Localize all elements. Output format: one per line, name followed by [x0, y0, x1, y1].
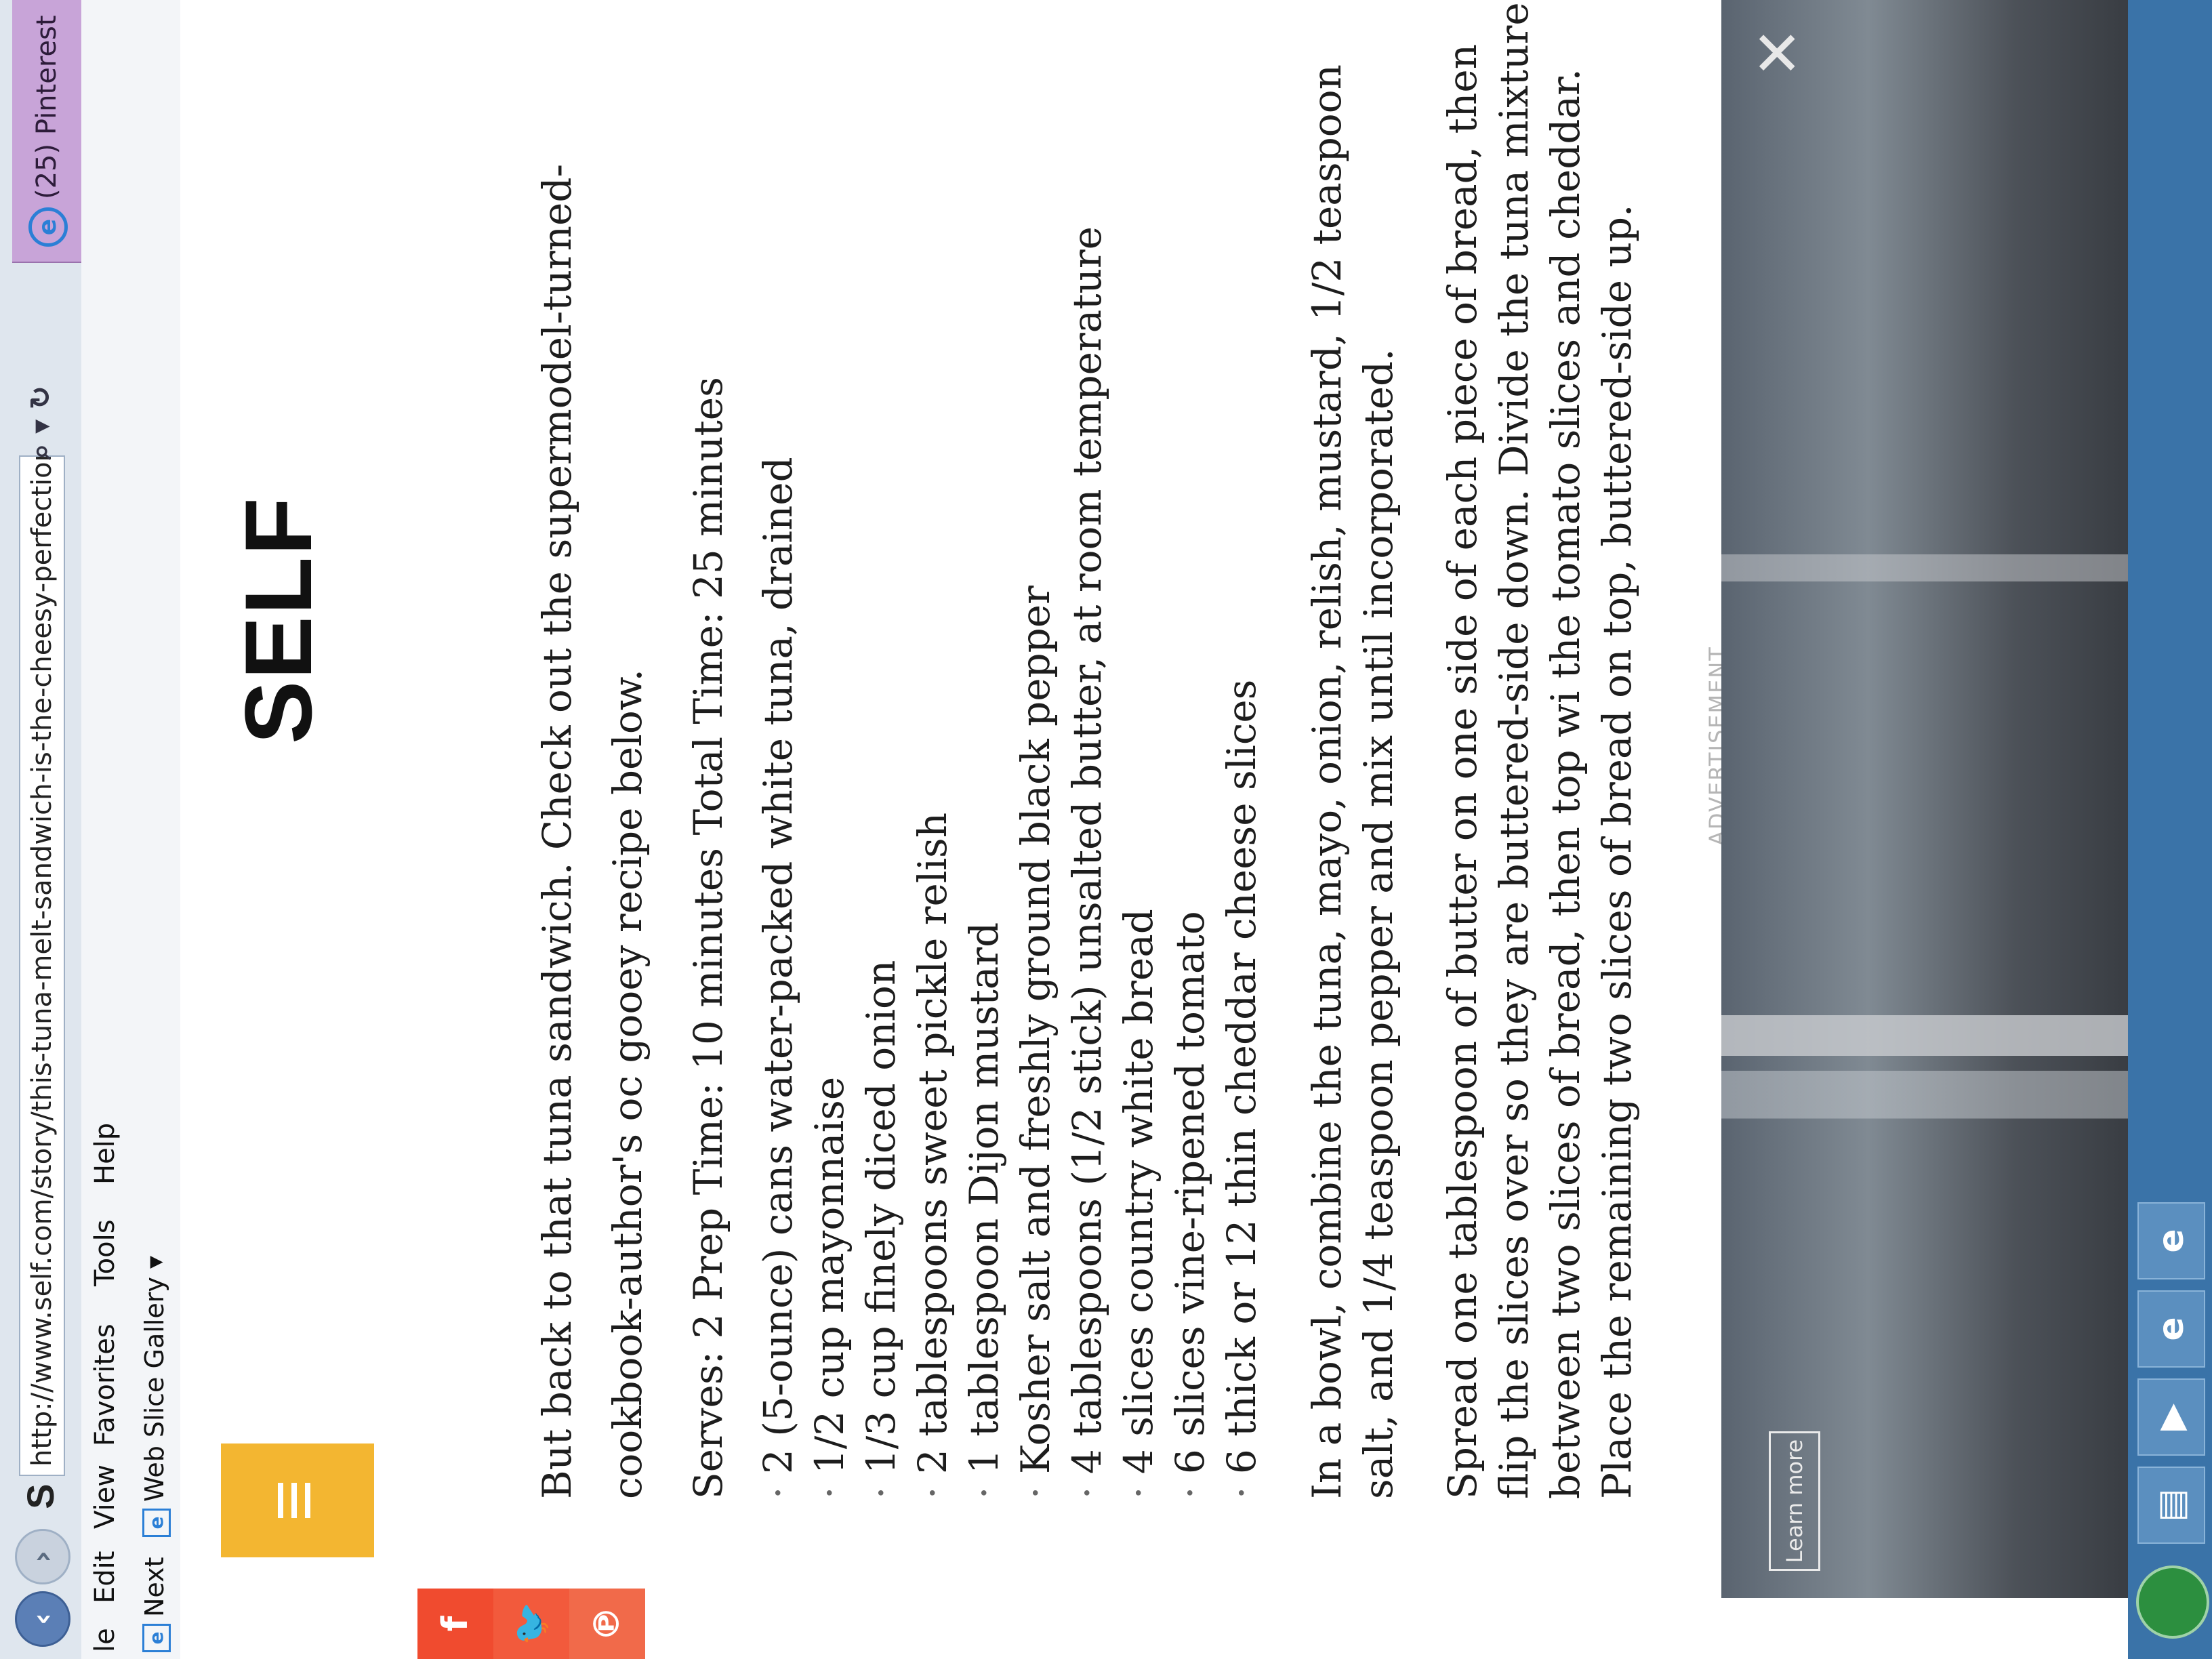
site-header: [180, 0, 336, 1659]
ie-icon: e: [142, 1624, 171, 1652]
refresh-icon[interactable]: ↻: [24, 386, 57, 409]
recipe-meta: Serves: 2 Prep Time: 10 minutes Total Ti…: [685, 377, 731, 1499]
ingredient-item: Kosher salt and freshly ground black pep…: [1010, 226, 1061, 1499]
ie-icon: e: [28, 207, 68, 247]
facebook-share-button[interactable]: f: [417, 1589, 493, 1659]
web-slice-label: Web Slice Gallery ▾: [140, 1255, 169, 1502]
ingredient-item: 6 slices vine-ripened tomato: [1164, 226, 1216, 1499]
menu-view[interactable]: View: [81, 1465, 129, 1529]
search-icon[interactable]: ⌕: [24, 443, 57, 459]
browser-tab[interactable]: e (25) Pinterest: [12, 0, 81, 263]
pinterest-share-button[interactable]: ℗: [569, 1589, 645, 1659]
windows-taskbar: ▤ ▶ e e: [2128, 0, 2212, 1659]
recipe-step: In a bowl, combine the tuna, mayo, onion…: [1304, 64, 1401, 1499]
favorites-bar: e Next e Web Slice Gallery ▾: [129, 0, 181, 1659]
menu-file[interactable]: le: [81, 1628, 129, 1652]
ingredient-list: 2 (5-ounce) cans water-packed white tuna…: [752, 226, 1267, 1499]
favorites-next[interactable]: e Next: [129, 1557, 180, 1652]
twitter-share-button[interactable]: 🐦: [493, 1589, 569, 1659]
forward-button[interactable]: ›: [15, 1529, 70, 1584]
menu-edit[interactable]: Edit: [81, 1551, 129, 1603]
media-player-icon[interactable]: ▶: [2137, 1378, 2205, 1456]
favorites-web-slice[interactable]: e Web Slice Gallery ▾: [129, 1256, 180, 1537]
site-logo[interactable]: SELF: [224, 496, 333, 744]
menu-help[interactable]: Help: [81, 1123, 129, 1185]
article-lead: But back to that tuna sandwich. Check ou…: [534, 163, 651, 1499]
ingredient-item: 1 tablespoon Dijon mustard: [958, 226, 1010, 1499]
close-icon[interactable]: ✕: [1743, 27, 1814, 78]
ie-icon[interactable]: e: [2137, 1202, 2205, 1279]
hamburger-icon: [278, 1483, 319, 1518]
recipe-step: Spread one tablespoon of butter on one s…: [1439, 2, 1640, 1499]
ingredient-item: 1/2 cup mayonnaise: [804, 226, 855, 1499]
ingredient-item: 1/3 cup finely diced onion: [855, 226, 907, 1499]
menu-tools[interactable]: Tools: [81, 1219, 129, 1286]
folder-icon[interactable]: ▤: [2137, 1467, 2205, 1544]
ingredient-item: 6 thick or 12 thin cheddar cheese slices: [1216, 226, 1267, 1499]
ingredient-item: 4 tablespoons (1/2 stick) unsalted butte…: [1061, 226, 1113, 1499]
address-bar-row: ‹ › S http://www.self.com/story/this-tun…: [0, 0, 82, 1659]
dropdown-arrow-icon[interactable]: ▾: [24, 419, 57, 434]
start-button[interactable]: [2136, 1565, 2209, 1639]
back-button[interactable]: ‹: [15, 1591, 70, 1647]
ie-icon: e: [142, 1509, 171, 1537]
ingredient-item: 2 (5-ounce) cans water-packed white tuna…: [752, 226, 804, 1499]
tab-title: (25) Pinterest: [31, 15, 62, 199]
browser-window: ‹ › S http://www.self.com/story/this-tun…: [0, 0, 2212, 1659]
menu-favorites[interactable]: Favorites: [81, 1324, 129, 1446]
learn-more-button[interactable]: Learn more: [1769, 1431, 1820, 1571]
favorites-next-label: Next: [140, 1557, 169, 1617]
site-menu-button[interactable]: [221, 1443, 374, 1557]
site-favicon: S: [19, 1483, 62, 1509]
ie-icon[interactable]: e: [2137, 1290, 2205, 1368]
search-refresh-controls[interactable]: ⌕ ▾ ↻: [19, 386, 62, 459]
ingredient-item: 4 slices country white bread: [1113, 226, 1164, 1499]
menu-bar: le Edit View Favorites Tools Help: [81, 0, 129, 1659]
ingredient-item: 2 tablespoons sweet pickle relish: [907, 226, 958, 1499]
url-field[interactable]: http://www.self.com/story/this-tuna-melt…: [19, 455, 65, 1476]
